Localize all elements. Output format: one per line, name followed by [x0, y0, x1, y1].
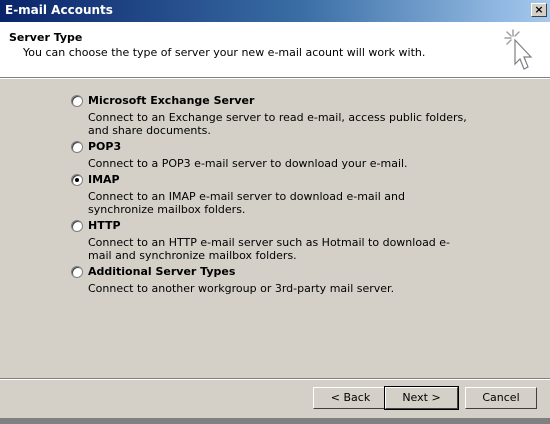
footer-divider-highlight: [0, 379, 550, 380]
option-label[interactable]: HTTP: [88, 219, 121, 232]
radio-additional[interactable]: [71, 266, 83, 278]
wizard-header: Server Type You can choose the type of s…: [0, 22, 550, 77]
option-label[interactable]: Microsoft Exchange Server: [88, 94, 254, 107]
option-description: Connect to an HTTP e-mail server such as…: [88, 236, 451, 262]
radio-http[interactable]: [71, 220, 83, 232]
header-divider-highlight: [0, 78, 550, 79]
wizard-cursor-icon: [504, 29, 533, 70]
option-description: Connect to an Exchange server to read e-…: [88, 111, 467, 137]
radio-pop3[interactable]: [71, 141, 83, 153]
page-subtitle: You can choose the type of server your n…: [23, 46, 426, 59]
bottom-edge: [0, 418, 550, 424]
back-button[interactable]: < Back: [313, 387, 388, 409]
option-label[interactable]: Additional Server Types: [88, 265, 235, 278]
option-description: Connect to an IMAP e-mail server to down…: [88, 190, 405, 216]
next-button[interactable]: Next >: [384, 386, 459, 410]
option-description: Connect to a POP3 e-mail server to downl…: [88, 157, 408, 170]
cancel-button[interactable]: Cancel: [465, 387, 537, 409]
title-bar: E-mail Accounts ×: [0, 0, 550, 22]
window-title: E-mail Accounts: [5, 3, 113, 17]
radio-exchange[interactable]: [71, 95, 83, 107]
option-description: Connect to another workgroup or 3rd-part…: [88, 282, 395, 295]
option-label[interactable]: IMAP: [88, 173, 120, 186]
option-label[interactable]: POP3: [88, 140, 121, 153]
close-icon[interactable]: ×: [531, 3, 547, 17]
page-title: Server Type: [9, 31, 83, 44]
radio-imap[interactable]: [71, 174, 83, 186]
